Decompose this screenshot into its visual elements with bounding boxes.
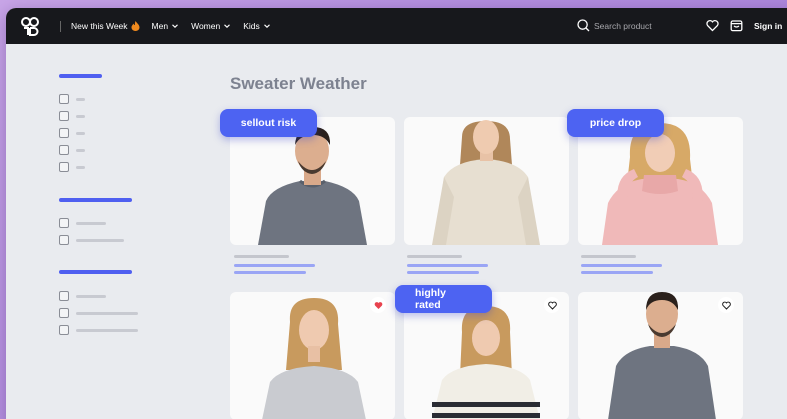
fire-icon	[131, 21, 140, 31]
chevron-down-icon	[172, 24, 178, 28]
filter-label	[76, 239, 124, 242]
chevron-down-icon	[224, 24, 231, 28]
filter-checkbox[interactable]	[59, 325, 69, 335]
product-name-placeholder	[581, 255, 636, 258]
filter-label	[76, 295, 106, 298]
product-image	[262, 298, 366, 419]
heart-outline-icon	[721, 301, 731, 310]
filter-label	[76, 149, 85, 152]
product-card[interactable]	[578, 292, 743, 419]
tag-sellout-risk: sellout risk	[220, 109, 317, 137]
search-icon	[577, 19, 590, 32]
filter-label	[76, 312, 138, 315]
product-image	[608, 292, 716, 419]
heart-outline-icon	[547, 301, 557, 310]
page-title: Sweater Weather	[230, 74, 367, 93]
filter-checkbox[interactable]	[59, 291, 69, 301]
filter-group-heading	[59, 74, 102, 78]
filter-checkbox[interactable]	[59, 128, 69, 138]
nav-divider	[60, 21, 61, 32]
search-box[interactable]	[577, 19, 674, 32]
top-navigation-bar: New this Week Men Women Kids Sign in	[6, 8, 787, 44]
product-card[interactable]	[404, 117, 569, 245]
product-name-placeholder	[234, 255, 289, 258]
app-window: New this Week Men Women Kids Sign in	[6, 8, 787, 419]
product-card[interactable]	[230, 292, 395, 419]
filter-group-heading	[59, 198, 132, 202]
filter-label	[76, 166, 85, 169]
filter-label	[76, 115, 85, 118]
product-name-placeholder	[407, 255, 462, 258]
nav-women-label: Women	[191, 21, 221, 31]
product-price-placeholder	[234, 271, 306, 274]
filter-checkbox[interactable]	[59, 94, 69, 104]
filter-checkbox[interactable]	[59, 308, 69, 318]
product-price-placeholder	[234, 264, 315, 267]
nav-kids-label: Kids	[243, 21, 260, 31]
nav-men[interactable]: Men	[152, 21, 180, 31]
chevron-down-icon	[263, 24, 270, 28]
nav-new-this-week-label: New this Week	[71, 21, 128, 31]
filter-label	[76, 222, 106, 225]
like-button[interactable]	[718, 297, 734, 313]
filter-label	[76, 98, 85, 101]
filter-group-heading	[59, 270, 132, 274]
nav-men-label: Men	[151, 21, 169, 31]
nav-kids[interactable]: Kids	[243, 21, 271, 31]
product-price-placeholder	[407, 271, 479, 274]
filter-checkbox[interactable]	[59, 162, 69, 172]
filter-label	[76, 132, 85, 135]
filter-checkbox[interactable]	[59, 111, 69, 121]
sign-in-link[interactable]: Sign in	[754, 21, 782, 31]
heart-filled-icon	[374, 301, 382, 309]
like-button[interactable]	[544, 297, 560, 313]
product-image	[432, 120, 540, 245]
filter-checkbox[interactable]	[59, 145, 69, 155]
product-price-placeholder	[581, 271, 653, 274]
like-button[interactable]	[370, 297, 386, 313]
main-nav: New this Week Men Women Kids	[71, 8, 271, 44]
product-price-placeholder	[407, 264, 488, 267]
brand-logo-icon[interactable]	[20, 16, 40, 36]
filter-checkbox[interactable]	[59, 218, 69, 228]
product-price-placeholder	[581, 264, 662, 267]
tag-price-drop: price drop	[567, 109, 664, 137]
heart-icon[interactable]	[706, 19, 719, 32]
nav-women[interactable]: Women	[191, 21, 231, 31]
filter-checkbox[interactable]	[59, 235, 69, 245]
cart-icon[interactable]	[730, 19, 743, 32]
filter-label	[76, 329, 138, 332]
nav-new-this-week[interactable]: New this Week	[71, 21, 140, 31]
tag-highly-rated: highly rated	[395, 285, 492, 313]
search-input[interactable]	[594, 20, 674, 31]
